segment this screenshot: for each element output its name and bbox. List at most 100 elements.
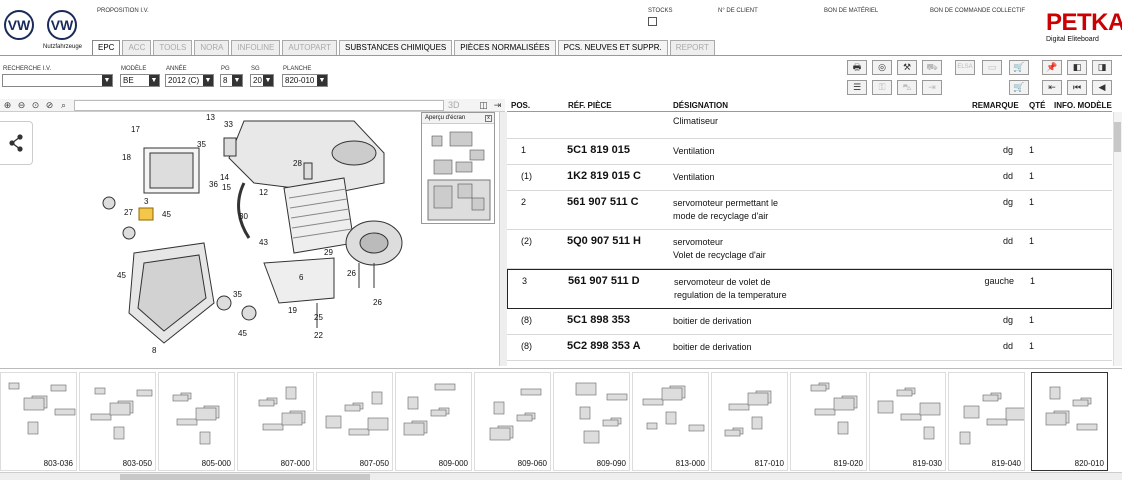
- zoom-out-icon[interactable]: ⊖: [16, 100, 27, 111]
- print-preview-button[interactable]: ◎: [872, 60, 892, 75]
- callout-33[interactable]: 33: [224, 120, 233, 129]
- zoom-in-icon[interactable]: ⊕: [2, 100, 13, 111]
- thumbnail-scrollbar[interactable]: [0, 472, 1122, 480]
- tab-standard-parts[interactable]: PIÈCES NORMALISÉES: [454, 40, 556, 55]
- thumbnail-807-000[interactable]: 807-000: [237, 372, 314, 471]
- car-outline-button[interactable]: ⛟: [922, 60, 942, 75]
- tab-infoline[interactable]: INFOLINE: [231, 40, 281, 55]
- thumbnail-807-050[interactable]: 807-050: [316, 372, 393, 471]
- callout-12[interactable]: 12: [259, 188, 268, 197]
- model-select[interactable]: BE ▼: [120, 74, 160, 87]
- list-button[interactable]: ☰: [847, 80, 867, 95]
- thumbnail-819-040[interactable]: 819-040: [948, 372, 1027, 471]
- table-row[interactable]: (8) 5C2 898 353 A boitier de derivation …: [507, 335, 1112, 361]
- tab-epc[interactable]: EPC: [92, 40, 121, 56]
- callout-3[interactable]: 3: [144, 197, 148, 206]
- thumbnail-819-030[interactable]: 819-030: [869, 372, 946, 471]
- callout-45-c[interactable]: 45: [238, 329, 247, 338]
- table-row[interactable]: 2 561 907 511 C servomoteur permettant l…: [507, 191, 1112, 230]
- 3d-icon[interactable]: 3D: [448, 100, 460, 111]
- pane-splitter[interactable]: [499, 112, 507, 366]
- arrow-right-button[interactable]: ⇥: [922, 80, 942, 95]
- screen-preview-panel[interactable]: Aperçu d'écran x: [421, 112, 495, 224]
- tab-nora[interactable]: NORA: [194, 40, 230, 55]
- table-row[interactable]: (2) 5Q0 907 511 H servomoteur Volet de r…: [507, 230, 1112, 269]
- col-pos[interactable]: POS.: [511, 101, 530, 110]
- col-model-info[interactable]: INFO. MODÈLE: [1054, 101, 1112, 110]
- callout-26-b[interactable]: 26: [373, 298, 382, 307]
- catalog-button[interactable]: ▭: [982, 60, 1002, 75]
- tab-acc[interactable]: ACC: [122, 40, 152, 55]
- thumbnail-805-000[interactable]: 805-000: [158, 372, 235, 471]
- thumbnail-809-000[interactable]: 809-000: [395, 372, 472, 471]
- thumbnail-scroll-thumb[interactable]: [120, 474, 370, 480]
- callout-29[interactable]: 29: [324, 248, 333, 257]
- thumbnail-819-020[interactable]: 819-020: [790, 372, 867, 471]
- first-button[interactable]: ⇤: [1042, 80, 1062, 95]
- table-row[interactable]: 1 5C1 819 015 Ventilation dg 1: [507, 139, 1112, 165]
- callout-30[interactable]: 30: [239, 212, 248, 221]
- thumbnail-803-036[interactable]: 803-036: [0, 372, 77, 471]
- table-row-selected[interactable]: 3 561 907 511 D servomoteur de volet de …: [507, 269, 1112, 309]
- callout-18[interactable]: 18: [122, 153, 131, 162]
- diagram-search-input[interactable]: [74, 100, 444, 111]
- split-view-icon[interactable]: ◫: [478, 100, 489, 111]
- table-row[interactable]: (1) 1K2 819 015 C Ventilation dd 1: [507, 165, 1112, 191]
- plate-select[interactable]: 820-010 ▼: [282, 74, 328, 87]
- sg-select[interactable]: 20 ▼: [250, 74, 274, 87]
- callout-15[interactable]: 15: [222, 183, 231, 192]
- print-button[interactable]: 🖶: [847, 60, 867, 75]
- tab-tools[interactable]: TOOLS: [153, 40, 193, 55]
- callout-26[interactable]: 26: [347, 269, 356, 278]
- col-remark[interactable]: REMARQUE: [972, 101, 1019, 110]
- key-button[interactable]: ⚿: [872, 80, 892, 95]
- car-front-button[interactable]: ⛍: [897, 80, 917, 95]
- callout-8[interactable]: 8: [152, 346, 156, 355]
- share-button[interactable]: [0, 121, 33, 165]
- callout-45[interactable]: 45: [162, 210, 171, 219]
- callout-13[interactable]: 13: [206, 113, 215, 122]
- tab-autopart[interactable]: AUTOPART: [282, 40, 338, 55]
- thumbnail-813-000[interactable]: 813-000: [632, 372, 709, 471]
- table-scroll-thumb[interactable]: [1114, 122, 1121, 152]
- zoom-fit-icon[interactable]: ⊙: [30, 100, 41, 111]
- callout-14[interactable]: 14: [220, 173, 229, 182]
- tab-report[interactable]: REPORT: [669, 40, 715, 55]
- close-icon[interactable]: x: [485, 115, 492, 122]
- callout-25[interactable]: 25: [314, 313, 323, 322]
- search-vin-select[interactable]: ▼: [2, 74, 113, 87]
- pg-select[interactable]: 8 ▼: [220, 74, 243, 87]
- callout-17[interactable]: 17: [131, 125, 140, 134]
- stocks-checkbox[interactable]: [648, 17, 657, 26]
- callout-6[interactable]: 6: [299, 273, 303, 282]
- tab-new-and-deleted-parts[interactable]: PCS. NEUVES ET SUPPR.: [557, 40, 668, 55]
- prev-plate-button[interactable]: ◧: [1067, 60, 1087, 75]
- thumbnail-817-010[interactable]: 817-010: [711, 372, 788, 471]
- callout-35[interactable]: 35: [197, 140, 206, 149]
- pin-button[interactable]: 📌: [1042, 60, 1062, 75]
- year-select[interactable]: 2012 (C) ▼: [165, 74, 214, 87]
- zoom-reset-icon[interactable]: ⊘: [44, 100, 55, 111]
- arrow-right-icon[interactable]: ⇥: [492, 100, 503, 111]
- callout-36[interactable]: 36: [209, 180, 218, 189]
- callout-28[interactable]: 28: [293, 159, 302, 168]
- tab-chemical-substances[interactable]: SUBSTANCES CHIMIQUES: [339, 40, 453, 55]
- thumbnail-820-010-selected[interactable]: 820-010: [1031, 372, 1108, 471]
- thumbnail-809-060[interactable]: 809-060: [474, 372, 551, 471]
- elsa-button[interactable]: ELSA: [955, 60, 975, 75]
- cart-button[interactable]: 🛒: [1009, 60, 1029, 75]
- thumbnail-809-090[interactable]: 809-090: [553, 372, 630, 471]
- callout-45-b[interactable]: 45: [117, 271, 126, 280]
- prev-button[interactable]: ⏮: [1067, 80, 1087, 95]
- next-button[interactable]: ◀: [1092, 80, 1112, 95]
- table-row[interactable]: (8) 5C1 898 353 boitier de derivation dg…: [507, 309, 1112, 335]
- cart-add-button[interactable]: 🛒: [1009, 80, 1029, 95]
- col-ref[interactable]: RÉF. PIÈCE: [568, 101, 612, 110]
- callout-19[interactable]: 19: [288, 306, 297, 315]
- search-icon[interactable]: ⌕: [58, 100, 69, 111]
- col-designation[interactable]: DÉSIGNATION: [673, 101, 728, 110]
- callout-22[interactable]: 22: [314, 331, 323, 340]
- callout-43[interactable]: 43: [259, 238, 268, 247]
- col-qty[interactable]: QTÉ: [1029, 101, 1045, 110]
- callout-35-b[interactable]: 35: [233, 290, 242, 299]
